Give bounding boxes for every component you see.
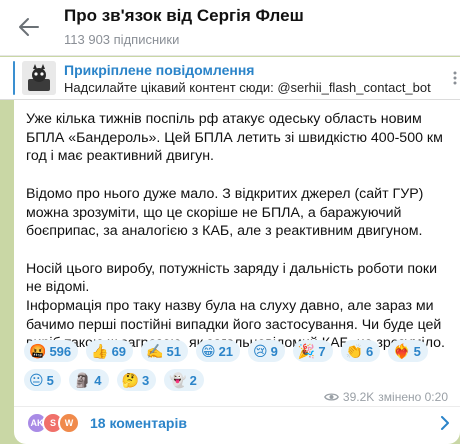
- reaction-count: 2: [189, 372, 197, 388]
- reaction-thinking[interactable]: 🤔 3: [116, 369, 157, 391]
- reaction-count: 3: [141, 372, 150, 388]
- writing-hand-icon: ✍️: [146, 343, 164, 359]
- neutral-face-icon: 😐: [29, 372, 44, 388]
- reaction-count: 9: [270, 343, 278, 359]
- message-bubble[interactable]: Уже кілька тижнів поспіль рф атакує одес…: [14, 100, 460, 444]
- reaction-ghost[interactable]: 👻 2: [164, 369, 204, 391]
- clapping-hands-icon: 👏: [345, 343, 363, 359]
- edited-time: змінено 0:20: [378, 390, 448, 404]
- message-meta: 39.2K змінено 0:20: [323, 390, 448, 404]
- party-popper-icon: 🎉: [297, 343, 316, 359]
- grinning-face-icon: 😁: [200, 343, 216, 359]
- chevron-right-icon[interactable]: [440, 416, 450, 430]
- thinking-face-icon: 🤔: [121, 372, 139, 388]
- more-vertical-icon[interactable]: [452, 70, 458, 86]
- eye-icon: [323, 393, 339, 401]
- pinned-title: Прикріплене повідомлення: [64, 62, 255, 78]
- reaction-angry[interactable]: 🤬 596: [24, 340, 79, 362]
- message-paragraph: Уже кілька тижнів поспіль рф атакує одес…: [26, 111, 443, 165]
- reaction-count: 21: [218, 343, 234, 359]
- back-button[interactable]: [14, 12, 44, 42]
- reaction-party[interactable]: 🎉 7: [292, 340, 333, 362]
- comments-button[interactable]: AK S W 18 коментарів: [26, 410, 187, 436]
- reaction-count: 6: [365, 343, 374, 359]
- view-count: 39.2K: [342, 390, 375, 404]
- angry-face-icon: 🤬: [29, 343, 47, 359]
- reaction-cry[interactable]: 😢 9: [248, 340, 285, 362]
- moai-icon: 🗿: [73, 372, 92, 388]
- subscriber-count: 113 903 підписники: [64, 32, 180, 47]
- reaction-neutral[interactable]: 😐 5: [24, 369, 61, 391]
- thumbs-up-icon: 👍: [91, 343, 109, 359]
- pinned-thumbnail: [22, 61, 56, 95]
- pinned-text: Надсилайте цікавий контент сюди: @serhii…: [64, 80, 431, 95]
- reaction-count: 4: [94, 372, 102, 388]
- pinned-indicator: [13, 61, 15, 95]
- comments-count-label: 18 коментарів: [90, 415, 187, 431]
- reaction-thumbs-up[interactable]: 👍 69: [86, 340, 134, 362]
- message-paragraph: Носій цього виробу, потужність заряду і …: [26, 260, 438, 296]
- reaction-moai[interactable]: 🗿 4: [68, 369, 109, 391]
- reaction-count: 7: [318, 343, 326, 359]
- reaction-count: 5: [413, 343, 421, 359]
- reaction-grin[interactable]: 😁 21: [195, 340, 241, 362]
- heart-on-fire-icon: ❤️‍🔥: [393, 343, 411, 359]
- comments-divider: [14, 406, 460, 407]
- reaction-heart-fire[interactable]: ❤️‍🔥 5: [388, 340, 428, 362]
- reaction-count: 51: [166, 343, 181, 359]
- message-paragraph: Відомо про нього дуже мало. З відкритих …: [26, 185, 424, 240]
- channel-title[interactable]: Про зв'язок від Сергія Флеш: [64, 6, 304, 26]
- ghost-icon: 👻: [169, 372, 187, 388]
- message-text: Уже кілька тижнів поспіль рф атакує одес…: [26, 110, 452, 353]
- reaction-clap[interactable]: 👏 6: [340, 340, 381, 362]
- channel-header: Про зв'язок від Сергія Флеш 113 903 підп…: [0, 0, 460, 56]
- arrow-left-icon: [19, 18, 39, 36]
- pinned-image-icon: [22, 61, 56, 95]
- avatar: W: [58, 412, 80, 434]
- reaction-count: 596: [49, 343, 72, 359]
- reaction-count: 5: [46, 372, 54, 388]
- reaction-writing-hand[interactable]: ✍️ 51: [141, 340, 188, 362]
- reaction-count: 69: [111, 343, 127, 359]
- crying-face-icon: 😢: [253, 343, 268, 359]
- pinned-message-bar[interactable]: Прикріплене повідомлення Надсилайте ціка…: [0, 57, 460, 100]
